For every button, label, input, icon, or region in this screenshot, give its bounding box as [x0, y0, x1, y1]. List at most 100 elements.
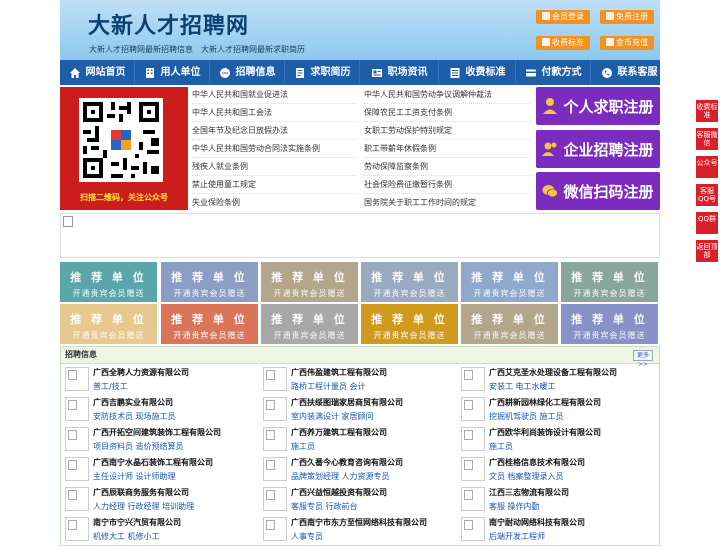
company-logo-image[interactable] — [65, 517, 89, 541]
recommend-tile[interactable]: 推 荐 单 位开通贵宾会员赠送 — [261, 262, 358, 302]
company-name-link[interactable]: 广西欧华利尚装饰设计有限公司 — [489, 427, 601, 438]
company-name-link[interactable]: 广西桂格信息技术有限公司 — [489, 457, 585, 468]
company-name-link[interactable]: 广西南宁水晶石装饰工程有限公司 — [93, 457, 213, 468]
nav-news[interactable]: 职场资讯 — [360, 60, 439, 85]
nav-employers[interactable]: 用人单位 — [135, 60, 210, 85]
company-logo-image[interactable] — [65, 487, 89, 511]
fees-button[interactable]: 收费标准 — [536, 36, 590, 50]
law-link[interactable]: 保障农民工工资支付条例 — [364, 105, 532, 122]
company-name-link[interactable]: 广西辰联商务服务有限公司 — [93, 487, 189, 498]
recommend-tile[interactable]: 推 荐 单 位开通贵宾会员赠送 — [161, 304, 258, 344]
recommend-tile[interactable]: 推 荐 单 位开通贵宾会员赠送 — [361, 262, 458, 302]
recommend-tile[interactable]: 推 荐 单 位开通贵宾会员赠送 — [261, 304, 358, 344]
company-logo-image[interactable] — [461, 427, 485, 451]
more-button[interactable]: 更多>> — [633, 350, 653, 368]
job-seeker-register-button[interactable]: 个人求职注册 — [536, 87, 660, 125]
company-logo-image[interactable] — [263, 457, 287, 481]
company-name-link[interactable]: 广西吉鹏实业有限公司 — [93, 397, 173, 408]
company-logo-image[interactable] — [461, 367, 485, 391]
recommend-tile[interactable]: 推 荐 单 位开通贵宾会员赠送 — [561, 262, 658, 302]
company-name-link[interactable]: 广西南宁市东方至恒网络科技有限公司 — [291, 517, 427, 528]
company-logo-image[interactable] — [461, 397, 485, 421]
float-fees-button[interactable]: 收费标准 — [696, 100, 718, 122]
company-jobs-link[interactable]: 室内装满设计 家居顾问 — [291, 411, 374, 422]
law-link[interactable]: 女职工劳动保护特别规定 — [364, 123, 532, 140]
law-link[interactable]: 失业保险条例 — [192, 195, 356, 211]
nav-resumes[interactable]: 求职简历 — [285, 60, 360, 85]
law-link[interactable]: 职工带薪年休假条例 — [364, 141, 532, 158]
float-official-account-button[interactable]: 公众号 — [696, 156, 718, 178]
recommend-tile[interactable]: 推 荐 单 位开通贵宾会员赠送 — [60, 262, 157, 302]
company-logo-image[interactable] — [461, 517, 485, 541]
company-jobs-link[interactable]: 品牌策划经理 人力资源专员 — [291, 471, 390, 482]
site-title[interactable]: 大新人才招聘网 — [88, 8, 249, 40]
wechat-register-button[interactable]: 微信扫码注册 — [536, 172, 660, 210]
company-jobs-link[interactable]: 客服 操作内勤 — [489, 501, 540, 512]
law-link[interactable]: 中华人民共和国劳动争议调解仲裁法 — [364, 87, 532, 104]
company-logo-image[interactable] — [65, 427, 89, 451]
recommend-tile[interactable]: 推 荐 单 位开通贵宾会员赠送 — [461, 262, 558, 302]
register-button[interactable]: 免费注册 — [600, 10, 654, 24]
law-link[interactable]: 中华人民共和国工会法 — [192, 105, 356, 122]
nav-payment[interactable]: 付款方式 — [516, 60, 591, 85]
company-jobs-link[interactable]: 机修大工 机修小工 — [93, 531, 160, 542]
float-qq-button[interactable]: 客服QQ号 — [696, 184, 718, 206]
recommend-tile[interactable]: 推 荐 单 位开通贵宾会员赠送 — [60, 304, 157, 344]
float-wechat-button[interactable]: 客服微信 — [696, 128, 718, 150]
law-link[interactable]: 劳动保障监察条例 — [364, 159, 532, 176]
login-button[interactable]: 会员登录 — [536, 10, 590, 24]
company-name-link[interactable]: 广西养万建筑工程有限公司 — [291, 427, 387, 438]
law-link[interactable]: 社会保险费征缴暂行条例 — [364, 177, 532, 194]
recommend-tile[interactable]: 推 荐 单 位开通贵宾会员赠送 — [361, 304, 458, 344]
company-name-link[interactable]: 广西艾克圣水处理设备工程有限公司 — [489, 367, 617, 378]
nav-fees[interactable]: 收费标准 — [439, 60, 516, 85]
company-logo-image[interactable] — [263, 397, 287, 421]
company-name-link[interactable]: 广西久番今心教育咨询有限公司 — [291, 457, 403, 468]
company-logo-image[interactable] — [65, 367, 89, 391]
company-logo-image[interactable] — [263, 367, 287, 391]
company-logo-image[interactable] — [461, 487, 485, 511]
nav-jobs[interactable]: 招聘信息 — [210, 60, 285, 85]
recommend-tile[interactable]: 推 荐 单 位开通贵宾会员赠送 — [461, 304, 558, 344]
company-jobs-link[interactable]: 挖掘机驾驶员 施工员 — [489, 411, 564, 422]
float-back-to-top-button[interactable]: 返回顶部 — [696, 240, 718, 262]
company-name-link[interactable]: 广西伟盈建筑工程有限公司 — [291, 367, 387, 378]
company-name-link[interactable]: 南宁市宁兴汽贸有限公司 — [93, 517, 181, 528]
nav-support[interactable]: 联系客服 — [591, 60, 667, 85]
banner-image[interactable] — [60, 213, 660, 258]
company-jobs-link[interactable]: 文员 档案整理录入员 — [489, 471, 564, 482]
company-jobs-link[interactable]: 主任设计师 设计师助理 — [93, 471, 176, 482]
company-logo-image[interactable] — [65, 457, 89, 481]
company-logo-image[interactable] — [461, 457, 485, 481]
recommend-tile[interactable]: 推 荐 单 位开通贵宾会员赠送 — [561, 304, 658, 344]
company-logo-image[interactable] — [263, 517, 287, 541]
company-jobs-link[interactable]: 施工员 — [489, 441, 513, 452]
nav-home[interactable]: 网站首页 — [60, 60, 135, 85]
company-logo-image[interactable] — [65, 397, 89, 421]
employer-register-button[interactable]: 企业招聘注册 — [536, 130, 660, 168]
company-name-link[interactable]: 广西耕新园林绿化工程有限公司 — [489, 397, 601, 408]
company-name-link[interactable]: 广西全聘人力资源有限公司 — [93, 367, 189, 378]
recommend-tile[interactable]: 推 荐 单 位开通贵宾会员赠送 — [161, 262, 258, 302]
recharge-button[interactable]: 金币充值 — [600, 36, 654, 50]
law-link[interactable]: 中华人民共和国就业促进法 — [192, 87, 356, 104]
company-name-link[interactable]: 广西扶绥图瑞家居商贸有限公司 — [291, 397, 403, 408]
law-link[interactable]: 全国年节及纪念日放假办法 — [192, 123, 356, 140]
company-logo-image[interactable] — [263, 487, 287, 511]
company-jobs-link[interactable]: 安防技术员 现场施工员 — [93, 411, 176, 422]
company-jobs-link[interactable]: 施工员 — [291, 441, 315, 452]
company-name-link[interactable]: 广西开拓空间建筑装饰工程有限公司 — [93, 427, 221, 438]
company-jobs-link[interactable]: 路桥工程计量员 会计 — [291, 381, 366, 392]
company-jobs-link[interactable]: 客服专员 行政前台 — [291, 501, 358, 512]
company-name-link[interactable]: 江西三志物流有限公司 — [489, 487, 569, 498]
company-jobs-link[interactable]: 人力经理 行政经理 培训助理 — [93, 501, 194, 512]
company-jobs-link[interactable]: 普工/技工 — [93, 381, 128, 392]
law-link[interactable]: 禁止使用童工规定 — [192, 177, 356, 194]
company-name-link[interactable]: 广西兴益恒越投资有限公司 — [291, 487, 387, 498]
company-jobs-link[interactable]: 人事专员 — [291, 531, 323, 542]
company-jobs-link[interactable]: 后端开发工程师 — [489, 531, 545, 542]
float-qq-group-button[interactable]: QQ群 — [696, 212, 718, 234]
company-jobs-link[interactable]: 项目资料员 造价预结算员 — [93, 441, 184, 452]
law-link[interactable]: 残疾人就业条例 — [192, 159, 356, 176]
law-link[interactable]: 中华人民共和国劳动合同法实施条例 — [192, 141, 356, 158]
